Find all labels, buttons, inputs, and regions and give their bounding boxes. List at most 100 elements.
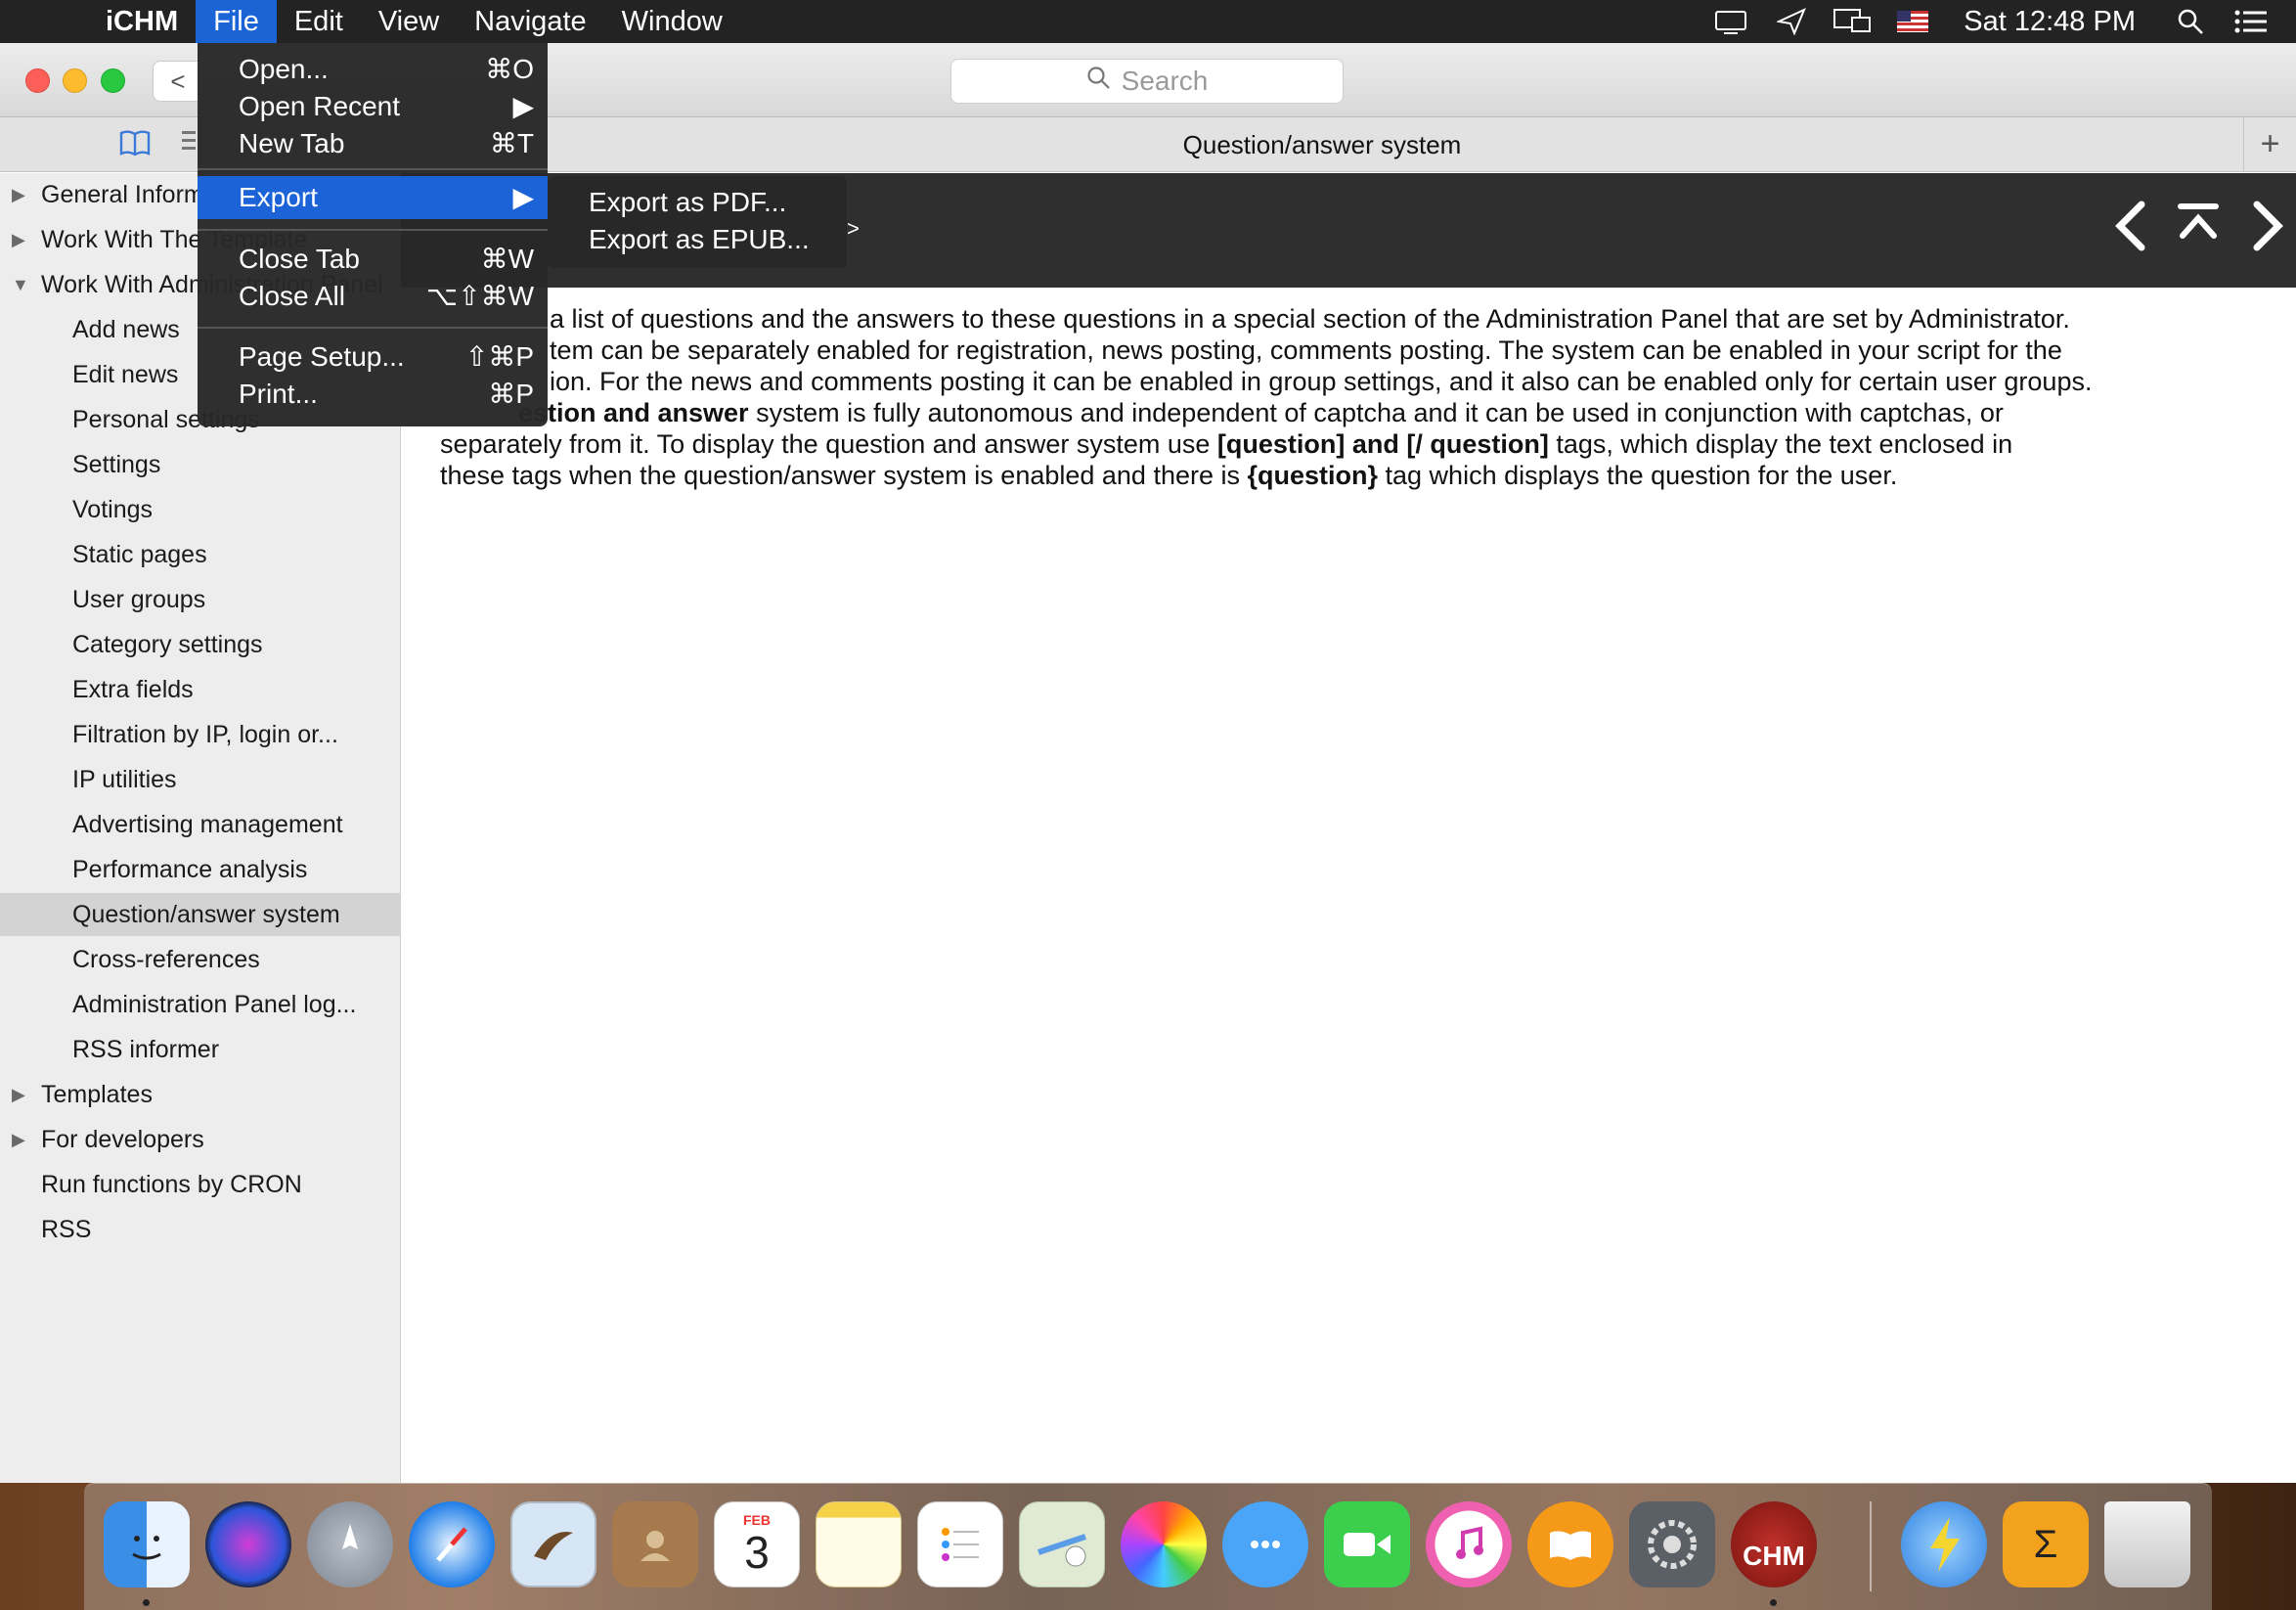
ibooks-icon[interactable] — [1527, 1501, 1613, 1588]
sidebar-item[interactable]: Settings — [0, 443, 401, 486]
display-mirror-icon[interactable] — [1832, 7, 1872, 36]
menu-item-shortcut: ⌥⇧⌘W — [425, 281, 534, 311]
siri-icon[interactable] — [205, 1501, 291, 1588]
notification-center-icon[interactable] — [2231, 7, 2271, 36]
sidebar-item[interactable]: Filtration by IP, login or... — [0, 713, 401, 756]
notification-icon[interactable] — [1711, 7, 1750, 36]
menu-view[interactable]: View — [361, 0, 457, 43]
file-menu-item[interactable]: Close All ⌥⇧⌘W — [198, 278, 548, 315]
zoom-window-button[interactable] — [101, 68, 125, 93]
mail-icon[interactable] — [510, 1501, 596, 1588]
sidebar-item[interactable]: Advertising management — [0, 803, 401, 846]
dock: FEB 3 CHM Σ — [84, 1483, 2212, 1610]
menu-file[interactable]: File — [196, 0, 277, 43]
paragraph-line: estion and answer system is fully autono… — [440, 397, 2259, 428]
search-icon — [1086, 66, 1112, 98]
top-of-page-icon[interactable] — [2177, 197, 2220, 255]
sidebar-item[interactable]: Cross-references — [0, 938, 401, 981]
file-menu-item[interactable]: Page Setup... ⇧⌘P — [198, 338, 548, 376]
menu-window[interactable]: Window — [604, 0, 740, 43]
sidebar-item[interactable]: Performance analysis — [0, 848, 401, 891]
list-icon[interactable] — [182, 127, 196, 162]
sidebar-item[interactable]: ▶ Templates — [0, 1073, 401, 1116]
back-button[interactable]: < — [153, 61, 203, 102]
sidebar-item-label: Question/answer system — [72, 901, 340, 928]
book-icon[interactable] — [119, 129, 151, 164]
chm-label: CHM — [1743, 1541, 1805, 1571]
disclosure-collapsed-icon[interactable]: ▶ — [12, 218, 25, 261]
search-placeholder: Search — [1121, 66, 1209, 96]
trash-icon[interactable] — [2104, 1501, 2190, 1588]
menu-bar: iCHM File Edit View Navigate Window Sat … — [0, 0, 2296, 43]
file-menu-item[interactable]: Print... ⌘P — [198, 376, 548, 413]
send-icon[interactable] — [1772, 7, 1811, 36]
app-menu[interactable]: iCHM — [106, 6, 178, 38]
contacts-icon[interactable] — [612, 1501, 698, 1588]
sidebar-item[interactable]: RSS informer — [0, 1028, 401, 1071]
bold-text: [question] and [/ question] — [1216, 429, 1549, 459]
file-menu-item[interactable]: Export ▶ — [198, 176, 548, 219]
maps-icon[interactable] — [1019, 1501, 1105, 1588]
clock[interactable]: Sat 12:48 PM — [1964, 6, 2136, 38]
system-preferences-icon[interactable] — [1629, 1501, 1715, 1588]
running-indicator — [143, 1599, 150, 1606]
sidebar-item[interactable]: Category settings — [0, 623, 401, 666]
flag-icon[interactable] — [1893, 7, 1932, 36]
close-window-button[interactable] — [25, 68, 50, 93]
status-area: Sat 12:48 PM — [1711, 0, 2296, 43]
next-page-icon[interactable] — [2249, 199, 2288, 263]
lightning-app-icon[interactable] — [1901, 1501, 1987, 1588]
sidebar-item-label: IP utilities — [72, 766, 177, 793]
notes-icon[interactable] — [816, 1501, 902, 1588]
menu-navigate[interactable]: Navigate — [457, 0, 603, 43]
export-pdf-item[interactable]: Export as PDF... — [589, 184, 786, 221]
minimize-window-button[interactable] — [63, 68, 87, 93]
text-span: tag which displays the question for the … — [1378, 461, 1898, 490]
file-menu-dropdown: Open... ⌘O Open Recent ▶ New Tab ⌘T Export ▶ Clo… — [198, 43, 548, 426]
photos-icon[interactable] — [1121, 1501, 1207, 1588]
file-menu-item[interactable]: Close Tab ⌘W — [198, 241, 548, 278]
documents-folder-icon[interactable]: Σ — [2003, 1501, 2089, 1588]
export-epub-item[interactable]: Export as EPUB... — [589, 221, 810, 258]
menu-item-shortcut: ⇧⌘P — [464, 341, 534, 372]
disclosure-expanded-icon[interactable]: ▼ — [12, 263, 29, 306]
sidebar-item-label: Run functions by CRON — [41, 1171, 302, 1198]
sidebar-item[interactable]: Administration Panel log... — [0, 983, 401, 1026]
paragraph-line: ion. For the news and comments posting i… — [550, 367, 2093, 396]
messages-icon[interactable] — [1222, 1501, 1308, 1588]
sidebar-item[interactable]: ▶ For developers — [0, 1118, 401, 1161]
menu-item-shortcut: ⌘P — [488, 379, 534, 409]
facetime-icon[interactable] — [1324, 1501, 1410, 1588]
disclosure-collapsed-icon[interactable]: ▶ — [12, 1118, 25, 1161]
sidebar-item[interactable]: Static pages — [0, 533, 401, 576]
itunes-icon[interactable] — [1426, 1501, 1512, 1588]
disclosure-collapsed-icon[interactable]: ▶ — [12, 1073, 25, 1116]
safari-icon[interactable] — [409, 1501, 495, 1588]
menu-separator — [198, 168, 548, 170]
sidebar-item-label: RSS informer — [72, 1036, 220, 1063]
search-field[interactable]: Search — [950, 59, 1344, 104]
sidebar-item[interactable]: Votings — [0, 488, 401, 531]
tab-question-answer[interactable]: Question/answer system — [401, 117, 2243, 172]
spotlight-icon[interactable] — [2171, 7, 2210, 36]
menu-item-shortcut: ⌘O — [485, 54, 534, 84]
file-menu-item[interactable]: Open Recent ▶ — [198, 88, 548, 125]
file-menu-item[interactable]: Open... ⌘O — [198, 51, 548, 88]
breadcrumb[interactable]: > — [847, 216, 860, 242]
new-tab-button[interactable]: + — [2243, 117, 2296, 172]
menu-edit[interactable]: Edit — [277, 0, 361, 43]
finder-icon[interactable] — [104, 1501, 190, 1588]
reminders-icon[interactable] — [917, 1501, 1003, 1588]
launchpad-icon[interactable] — [307, 1501, 393, 1588]
sidebar-item[interactable]: Run functions by CRON — [0, 1163, 401, 1206]
calendar-icon[interactable]: FEB 3 — [714, 1501, 800, 1588]
previous-page-icon[interactable] — [2110, 199, 2149, 263]
sidebar-item[interactable]: RSS — [0, 1208, 401, 1251]
disclosure-collapsed-icon[interactable]: ▶ — [12, 173, 25, 216]
ichm-icon[interactable]: CHM — [1731, 1501, 1817, 1588]
sidebar-item[interactable]: IP utilities — [0, 758, 401, 801]
sidebar-item[interactable]: Extra fields — [0, 668, 401, 711]
file-menu-item[interactable]: New Tab ⌘T — [198, 125, 548, 162]
sidebar-item[interactable]: Question/answer system — [0, 893, 401, 936]
sidebar-item[interactable]: User groups — [0, 578, 401, 621]
